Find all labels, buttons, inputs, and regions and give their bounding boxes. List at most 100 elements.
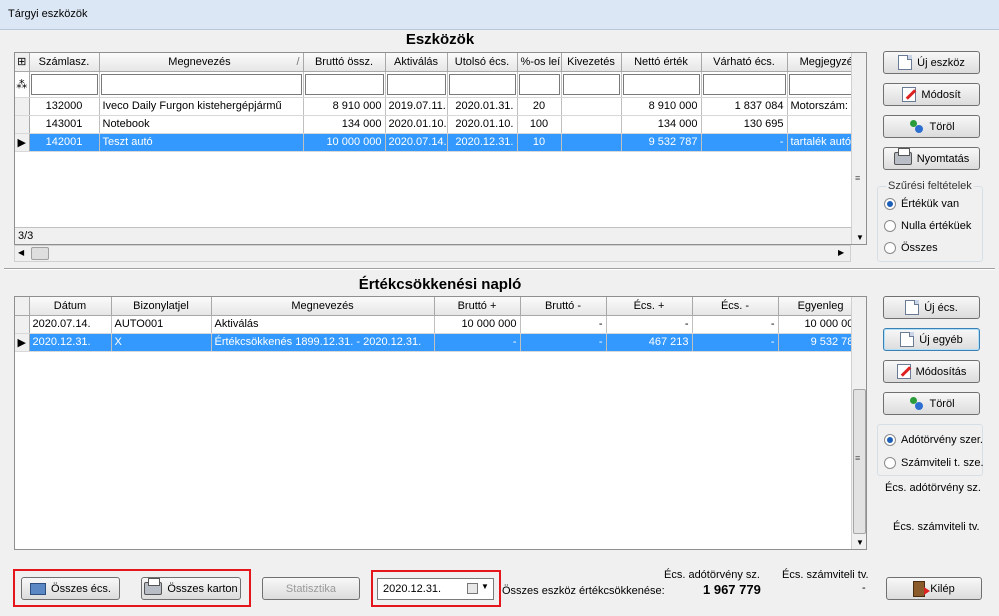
filter-input[interactable] bbox=[518, 73, 560, 95]
cell-account: 142001 bbox=[29, 133, 100, 152]
cell-ecs-plus: - bbox=[606, 315, 693, 334]
cell-name: Teszt autó bbox=[99, 133, 304, 152]
cell-gross-plus: 10 000 000 bbox=[434, 315, 521, 334]
cell-date: 2020.07.14. bbox=[29, 315, 112, 334]
assets-hscrollbar[interactable]: ◀ ▶ bbox=[14, 245, 851, 262]
label-ecs-accounting: Écs. számviteli tv. bbox=[893, 521, 980, 533]
new-asset-button[interactable]: Új eszköz bbox=[883, 51, 980, 74]
filter-input[interactable] bbox=[30, 73, 98, 95]
cell-gross-minus: - bbox=[520, 315, 607, 334]
new-document-icon bbox=[905, 300, 920, 315]
table-row[interactable]: 132000 Iveco Daily Furgon kistehergépjár… bbox=[15, 97, 866, 116]
cell-expected: 130 695 bbox=[701, 115, 788, 134]
radio-dot bbox=[884, 457, 896, 469]
filter-radio-zero-value[interactable]: Nulla értéküek bbox=[884, 220, 971, 232]
col-header[interactable]: Bruttó össz. bbox=[303, 53, 386, 72]
col-header[interactable]: %-os leír. bbox=[517, 53, 562, 72]
col-header[interactable]: Számlasz. bbox=[29, 53, 100, 72]
filter-input[interactable] bbox=[448, 73, 516, 95]
date-value: 2020.12.31. bbox=[383, 583, 442, 595]
date-picker[interactable]: 2020.12.31. ▼ bbox=[377, 578, 494, 600]
record-count: 3/3 bbox=[15, 227, 851, 244]
table-row-selected[interactable]: ▶ 142001 Teszt autó 10 000 000 2020.07.1… bbox=[15, 133, 866, 152]
assets-table: ⊞ Számlasz. Megnevezés / Bruttó össz. Akt… bbox=[15, 53, 866, 152]
scroll-down-arrow-icon[interactable]: ▼ bbox=[856, 233, 864, 242]
assets-vscrollbar[interactable]: ▼ ≡ bbox=[851, 53, 866, 244]
scroll-left-arrow-icon[interactable]: ◀ bbox=[18, 248, 24, 257]
cell-last-ecs: 2020.12.31. bbox=[447, 133, 518, 152]
statistics-button[interactable]: Statisztika bbox=[262, 577, 360, 600]
col-header[interactable]: Bruttó + bbox=[434, 297, 521, 316]
cell-date: 2020.12.31. bbox=[29, 333, 112, 352]
cell-description: Értékcsökkenés 1899.12.31. - 2020.12.31. bbox=[211, 333, 435, 352]
delete-log-button[interactable]: Töröl bbox=[883, 392, 980, 415]
radio-dot bbox=[884, 198, 896, 210]
new-document-icon bbox=[900, 332, 915, 347]
grid-config-icon[interactable]: ⊞ bbox=[15, 53, 30, 72]
cell-account: 143001 bbox=[29, 115, 100, 134]
all-cards-button[interactable]: Összes karton bbox=[141, 577, 241, 600]
filter-input[interactable] bbox=[100, 73, 302, 95]
col-header[interactable]: Écs. - bbox=[692, 297, 779, 316]
scroll-down-arrow-icon[interactable]: ▼ bbox=[856, 538, 864, 547]
cell-ecs-minus: - bbox=[692, 315, 779, 334]
row-pointer-icon: ▶ bbox=[15, 133, 30, 152]
row-indicator bbox=[15, 115, 30, 134]
filter-input[interactable] bbox=[386, 73, 446, 95]
new-ecs-button[interactable]: Új écs. bbox=[883, 296, 980, 319]
exit-door-icon bbox=[913, 580, 931, 597]
scroll-grip-icon[interactable]: ≡ bbox=[855, 173, 860, 183]
col-header[interactable]: Megnevezés bbox=[211, 297, 435, 316]
filter-title: Szűrési feltételek bbox=[886, 180, 974, 192]
sort-indicator-icon: / bbox=[296, 55, 300, 68]
cell-name: Notebook bbox=[99, 115, 304, 134]
filter-radio-all[interactable]: Összes bbox=[884, 242, 938, 254]
table-row[interactable]: 143001 Notebook 134 000 2020.01.10. 2020… bbox=[15, 115, 866, 134]
new-other-button[interactable]: Új egyéb bbox=[883, 328, 980, 351]
col-header[interactable]: Dátum bbox=[29, 297, 112, 316]
col-header[interactable]: Utolsó écs. bbox=[447, 53, 518, 72]
table-row[interactable]: 2020.07.14. AUTO001 Aktiválás 10 000 000… bbox=[15, 315, 864, 334]
table-row-selected[interactable]: ▶ 2020.12.31. X Értékcsökkenés 1899.12.3… bbox=[15, 333, 864, 352]
col-header[interactable]: Kivezetés bbox=[561, 53, 622, 72]
col-header[interactable]: Megnevezés / bbox=[99, 53, 304, 72]
edit-asset-button[interactable]: Módosít bbox=[883, 83, 980, 106]
filter-radio-has-value[interactable]: Értékük van bbox=[884, 198, 959, 210]
scroll-right-arrow-icon[interactable]: ▶ bbox=[838, 248, 844, 257]
binoculars-icon: ⁂ bbox=[15, 71, 30, 98]
cell-net: 9 532 787 bbox=[621, 133, 702, 152]
delete-icon bbox=[908, 396, 924, 411]
cell-account: 132000 bbox=[29, 97, 100, 116]
col-header[interactable]: Bizonylatjel bbox=[111, 297, 212, 316]
cell-net: 134 000 bbox=[621, 115, 702, 134]
title-bar: Tárgyi eszközök bbox=[0, 0, 999, 30]
cell-activation: 2020.01.10. bbox=[385, 115, 448, 134]
col-header[interactable]: Várható écs. bbox=[701, 53, 788, 72]
filter-input[interactable] bbox=[702, 73, 786, 95]
col-header[interactable]: Nettó érték bbox=[621, 53, 702, 72]
cell-ecs-plus: 467 213 bbox=[606, 333, 693, 352]
edit-log-button[interactable]: Módosítás bbox=[883, 360, 980, 383]
law-radio-tax[interactable]: Adótörvény szer. bbox=[884, 434, 983, 446]
assets-grid[interactable]: ⊞ Számlasz. Megnevezés / Bruttó össz. Akt… bbox=[14, 52, 867, 245]
all-ecs-button[interactable]: Összes écs. bbox=[21, 577, 120, 600]
col-header[interactable]: Écs. + bbox=[606, 297, 693, 316]
exit-button[interactable]: Kilép bbox=[886, 577, 982, 600]
log-vscrollbar[interactable]: ≡ ▼ bbox=[851, 297, 866, 549]
print-button[interactable]: Nyomtatás bbox=[883, 147, 980, 170]
calendar-icon[interactable] bbox=[467, 583, 478, 594]
total-tax-header: Écs. adótörvény sz. bbox=[664, 569, 760, 581]
scroll-grip-icon[interactable]: ≡ bbox=[855, 453, 860, 463]
radio-dot bbox=[884, 242, 896, 254]
hscroll-thumb[interactable] bbox=[31, 247, 49, 260]
delete-asset-button[interactable]: Töröl bbox=[883, 115, 980, 138]
filter-input[interactable] bbox=[562, 73, 620, 95]
section-divider bbox=[4, 268, 995, 270]
log-grid[interactable]: Dátum Bizonylatjel Megnevezés Bruttó + B… bbox=[14, 296, 867, 550]
col-header[interactable]: Bruttó - bbox=[520, 297, 607, 316]
filter-input[interactable] bbox=[622, 73, 700, 95]
law-radio-accounting[interactable]: Számviteli t. sze. bbox=[884, 457, 984, 469]
chevron-down-icon[interactable]: ▼ bbox=[481, 582, 489, 591]
col-header[interactable]: Aktiválás bbox=[385, 53, 448, 72]
filter-input[interactable] bbox=[304, 73, 384, 95]
